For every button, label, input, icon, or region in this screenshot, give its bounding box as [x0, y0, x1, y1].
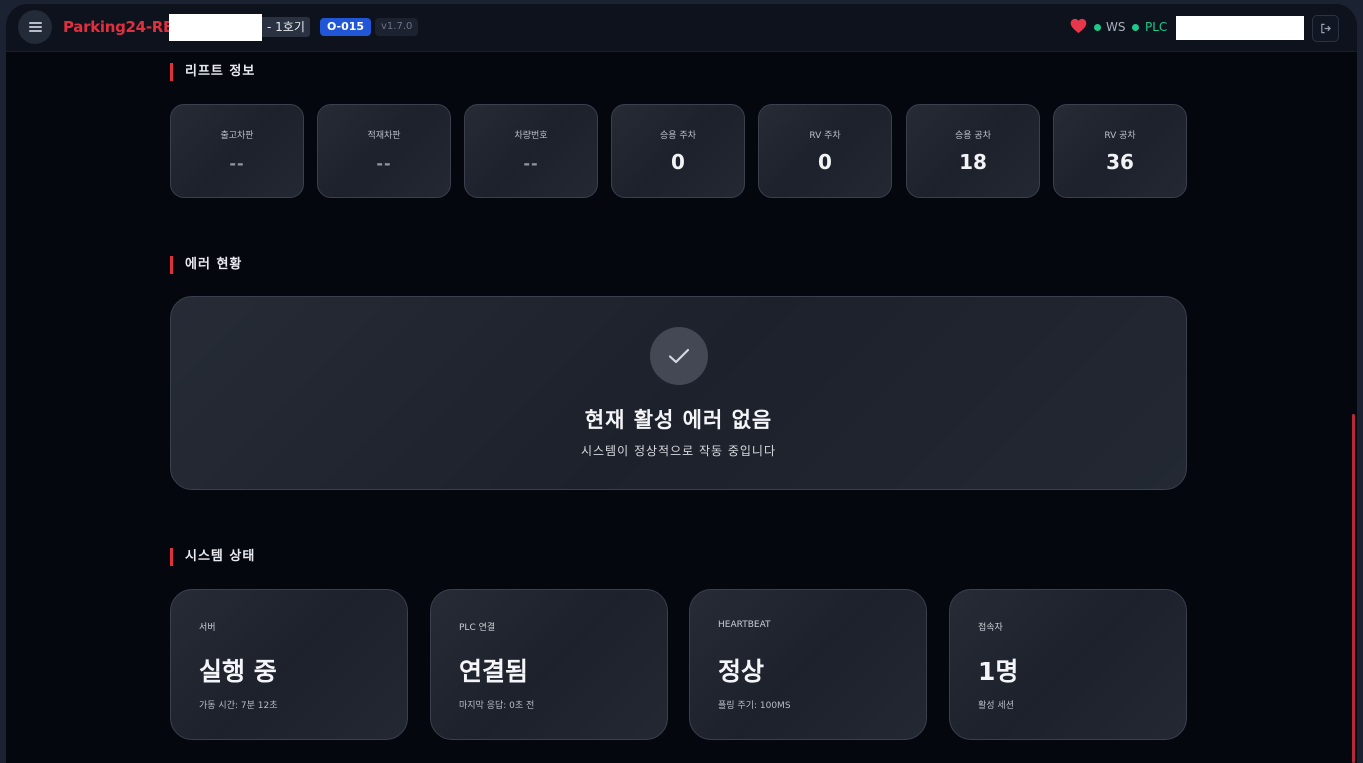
logout-button[interactable] [1312, 15, 1339, 42]
ws-label: WS [1106, 20, 1126, 34]
plc-status-dot [1132, 24, 1139, 31]
heart-icon [1070, 18, 1087, 34]
system-card-heartbeat: HEARTBEAT 정상 폴링 주기: 100MS [689, 589, 927, 740]
scrollbar-thumb[interactable] [1352, 414, 1355, 763]
redacted-user-field [1176, 16, 1304, 40]
ws-status-dot [1094, 24, 1101, 31]
system-card-server: 서버 실행 중 가동 시간: 7분 12초 [170, 589, 408, 740]
lift-card-label: 출고차판 [220, 131, 254, 141]
lift-card-label: 승용 주차 [660, 131, 696, 141]
system-card-value: 1명 [978, 657, 1019, 686]
lift-card-value: -- [229, 154, 245, 173]
error-status-title: 에러 현황 [170, 256, 242, 274]
lift-card-value: 0 [671, 150, 685, 174]
top-header: Parking24-RE - 1호기 O-015 v1.7.0 WS PLC [6, 4, 1357, 52]
system-card-label: 서버 [199, 623, 216, 633]
system-card-sub: 마지막 응답: 0초 전 [459, 701, 535, 711]
lift-card-sedan-empty: 승용 공차 18 [906, 104, 1040, 198]
lift-card-label: RV 공차 [1104, 131, 1136, 141]
app-window: Parking24-RE - 1호기 O-015 v1.7.0 WS PLC 리… [6, 4, 1357, 763]
error-subtext: 시스템이 정상적으로 작동 중입니다 [580, 444, 777, 458]
lift-card-value: 0 [818, 150, 832, 174]
lift-card-label: 차량번호 [514, 131, 548, 141]
system-card-value: 연결됨 [459, 657, 529, 686]
system-card-sub: 가동 시간: 7분 12초 [199, 701, 278, 711]
system-card-value: 실행 중 [199, 657, 277, 686]
system-card-label: 접속자 [978, 623, 1003, 633]
lift-card-out-pallet: 출고차판 -- [170, 104, 304, 198]
system-card-label: HEARTBEAT [718, 620, 771, 630]
lift-card-label: 적재차판 [367, 131, 401, 141]
menu-icon [28, 22, 42, 32]
lift-card-sedan-parked: 승용 주차 0 [611, 104, 745, 198]
system-card-users: 접속자 1명 활성 세션 [949, 589, 1187, 740]
lift-card-value: 36 [1106, 150, 1134, 174]
lift-card-label: 승용 공차 [955, 131, 991, 141]
lift-card-value: 18 [959, 150, 987, 174]
error-status-card: 현재 활성 에러 없음 시스템이 정상적으로 작동 중입니다 [170, 296, 1187, 490]
system-card-label: PLC 연결 [459, 623, 496, 633]
brand-title: Parking24-RE [63, 18, 173, 36]
redacted-site-name [169, 14, 262, 41]
code-badge: O-015 [320, 18, 372, 36]
unit-label: - 1호기 [262, 17, 310, 37]
system-card-value: 정상 [718, 657, 765, 686]
plc-label: PLC [1145, 20, 1168, 34]
lift-card-value: -- [523, 154, 539, 173]
lift-card-rv-parked: RV 주차 0 [758, 104, 892, 198]
lift-card-plate-number: 차량번호 -- [464, 104, 598, 198]
logout-icon [1321, 23, 1331, 34]
system-card-sub: 폴링 주기: 100MS [718, 701, 791, 711]
lift-card-value: -- [376, 154, 392, 173]
lift-info-title: 리프트 정보 [170, 63, 255, 81]
system-card-plc: PLC 연결 연결됨 마지막 응답: 0초 전 [430, 589, 668, 740]
error-headline: 현재 활성 에러 없음 [584, 408, 773, 432]
lift-card-load-pallet: 적재차판 -- [317, 104, 451, 198]
menu-button[interactable] [18, 10, 52, 44]
check-icon [650, 327, 708, 385]
lift-card-label: RV 주차 [809, 131, 841, 141]
lift-card-rv-empty: RV 공차 36 [1053, 104, 1187, 198]
version-badge: v1.7.0 [375, 18, 419, 36]
system-card-sub: 활성 세션 [978, 701, 1014, 711]
system-status-title: 시스템 상태 [170, 548, 255, 566]
